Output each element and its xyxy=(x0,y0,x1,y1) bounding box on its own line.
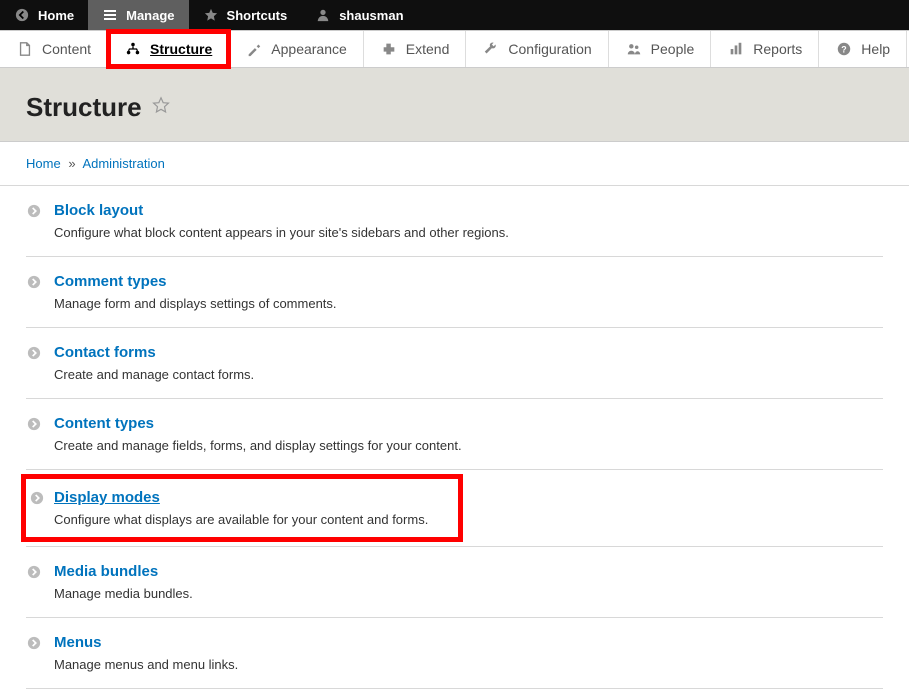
item-media-bundles-link[interactable]: Media bundles xyxy=(54,563,158,580)
toolbar-shortcuts-label: Shortcuts xyxy=(227,8,288,23)
toolbar-user[interactable]: shausman xyxy=(301,0,417,30)
list-item: Display modes Configure what displays ar… xyxy=(26,474,883,547)
list-item: Menus Manage menus and menu links. xyxy=(26,618,883,689)
admin-list: Block layout Configure what block conten… xyxy=(0,186,909,689)
breadcrumb-separator: » xyxy=(68,156,75,171)
extend-icon xyxy=(380,40,398,58)
tab-reports[interactable]: Reports xyxy=(711,31,819,67)
item-desc: Configure what block content appears in … xyxy=(54,225,883,240)
item-block-layout-link[interactable]: Block layout xyxy=(54,202,143,219)
admin-tabs: Content Structure Appearance Extend Conf… xyxy=(0,30,909,68)
back-icon xyxy=(14,7,30,23)
item-content-types-link[interactable]: Content types xyxy=(54,415,154,432)
toolbar-user-label: shausman xyxy=(339,8,403,23)
chevron-right-icon xyxy=(26,635,42,651)
list-item: Media bundles Manage media bundles. xyxy=(26,547,883,618)
toolbar-home[interactable]: Home xyxy=(0,0,88,30)
item-comment-types-link[interactable]: Comment types xyxy=(54,273,167,290)
breadcrumb: Home » Administration xyxy=(0,142,909,186)
chevron-right-icon xyxy=(26,564,42,580)
help-icon: ? xyxy=(835,40,853,58)
chevron-right-icon xyxy=(26,345,42,361)
toolbar-shortcuts[interactable]: Shortcuts xyxy=(189,0,302,30)
item-desc: Create and manage fields, forms, and dis… xyxy=(54,438,883,453)
tab-extend-label: Extend xyxy=(406,41,450,57)
page-title-text: Structure xyxy=(26,92,142,123)
highlight-display-modes: Display modes Configure what displays ar… xyxy=(21,474,463,542)
tab-extend[interactable]: Extend xyxy=(364,31,467,67)
tab-content[interactable]: Content xyxy=(0,31,108,67)
svg-text:?: ? xyxy=(842,45,847,55)
item-display-modes-link[interactable]: Display modes xyxy=(54,489,160,506)
item-desc: Create and manage contact forms. xyxy=(54,367,883,382)
chevron-right-icon xyxy=(26,203,42,219)
tab-configuration[interactable]: Configuration xyxy=(466,31,608,67)
chevron-right-icon xyxy=(26,274,42,290)
list-item: Comment types Manage form and displays s… xyxy=(26,257,883,328)
tab-structure-label: Structure xyxy=(150,41,212,57)
tab-content-label: Content xyxy=(42,41,91,57)
tab-people[interactable]: People xyxy=(609,31,712,67)
people-icon xyxy=(625,40,643,58)
item-desc: Manage menus and menu links. xyxy=(54,657,883,672)
tab-people-label: People xyxy=(651,41,695,57)
chevron-right-icon xyxy=(26,416,42,432)
user-icon xyxy=(315,7,331,23)
admin-toolbar: Home Manage Shortcuts shausman xyxy=(0,0,909,30)
tab-appearance[interactable]: Appearance xyxy=(229,31,364,67)
tab-configuration-label: Configuration xyxy=(508,41,591,57)
chevron-right-icon xyxy=(29,490,45,506)
breadcrumb-home[interactable]: Home xyxy=(26,156,61,171)
item-desc: Configure what displays are available fo… xyxy=(54,512,450,527)
toolbar-home-label: Home xyxy=(38,8,74,23)
tab-structure[interactable]: Structure xyxy=(108,31,229,67)
hamburger-icon xyxy=(102,7,118,23)
toolbar-manage[interactable]: Manage xyxy=(88,0,188,30)
reports-icon xyxy=(727,40,745,58)
tab-reports-label: Reports xyxy=(753,41,802,57)
page-title: Structure xyxy=(26,92,883,123)
list-item: Block layout Configure what block conten… xyxy=(26,186,883,257)
star-icon xyxy=(203,7,219,23)
page-header: Structure xyxy=(0,68,909,142)
item-contact-forms-link[interactable]: Contact forms xyxy=(54,344,156,361)
tab-help[interactable]: ? Help xyxy=(819,31,907,67)
content-icon xyxy=(16,40,34,58)
favorite-star-icon[interactable] xyxy=(152,96,170,120)
list-item: Content types Create and manage fields, … xyxy=(26,399,883,470)
appearance-icon xyxy=(245,40,263,58)
structure-icon xyxy=(124,40,142,58)
list-item: Contact forms Create and manage contact … xyxy=(26,328,883,399)
item-menus-link[interactable]: Menus xyxy=(54,634,102,651)
wrench-icon xyxy=(482,40,500,58)
item-desc: Manage media bundles. xyxy=(54,586,883,601)
item-desc: Manage form and displays settings of com… xyxy=(54,296,883,311)
tab-appearance-label: Appearance xyxy=(271,41,347,57)
tab-help-label: Help xyxy=(861,41,890,57)
toolbar-manage-label: Manage xyxy=(126,8,174,23)
breadcrumb-admin[interactable]: Administration xyxy=(82,156,164,171)
